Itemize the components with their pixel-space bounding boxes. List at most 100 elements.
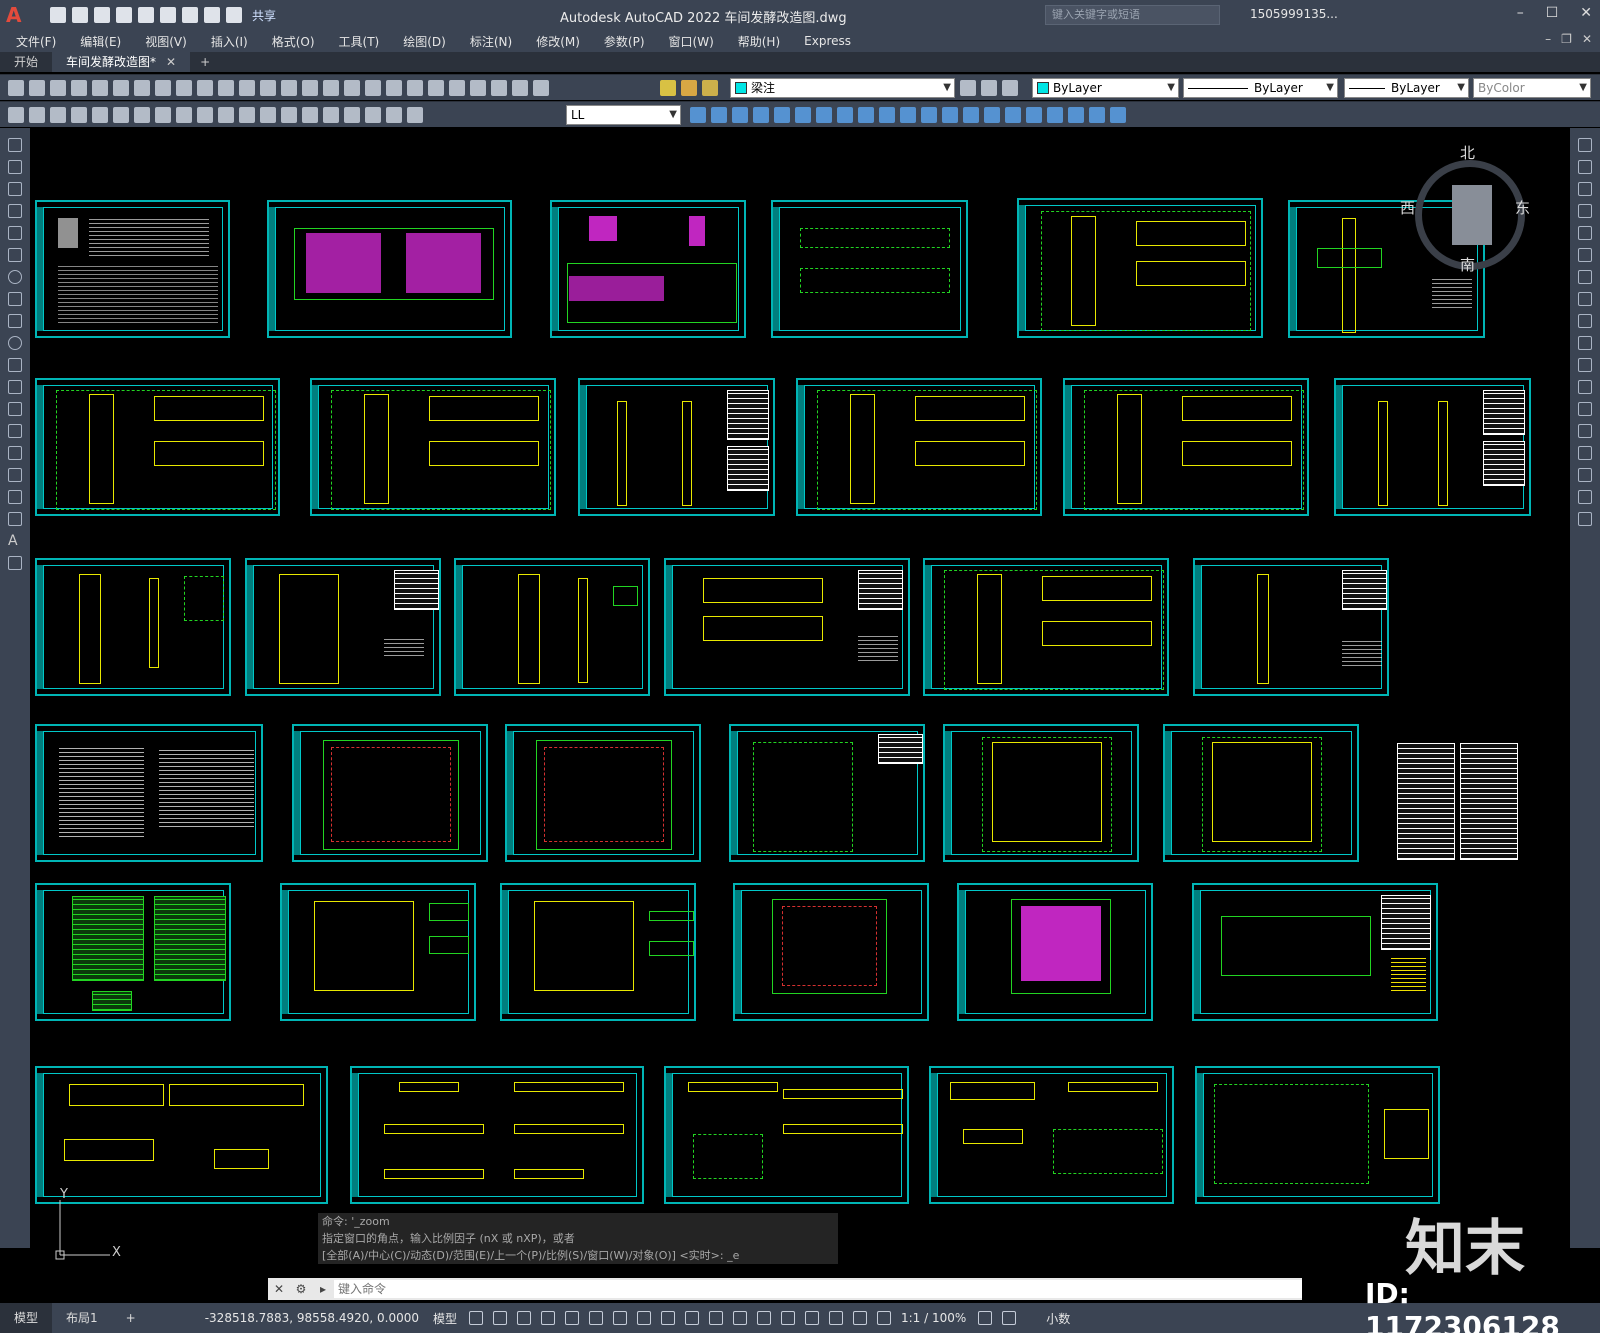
menu-view[interactable]: 视图(V) [145,33,187,50]
save-web-icon[interactable] [160,7,176,23]
zoom-window-icon[interactable] [344,80,360,96]
mirror-icon[interactable] [732,107,748,123]
drawing-sheet[interactable] [943,724,1139,862]
compass-north[interactable]: 北 [1460,142,1475,163]
open-web-icon[interactable] [138,7,154,23]
insert-block-icon[interactable] [1089,107,1105,123]
drawing-sheet[interactable] [664,1066,909,1204]
offset-icon[interactable] [753,107,769,123]
polygon-icon[interactable] [8,204,22,218]
extend-icon[interactable] [1578,358,1592,372]
designcenter-icon[interactable] [407,80,423,96]
drawing-sheet[interactable] [505,724,701,862]
dim-radius-icon[interactable] [92,107,108,123]
drawing-sheet[interactable] [923,558,1169,696]
menu-parametric[interactable]: 参数(P) [604,33,645,50]
rotate-icon[interactable] [816,107,832,123]
compass-south[interactable]: 南 [1460,254,1475,275]
drawing-sheet[interactable] [350,1066,644,1204]
sun-icon[interactable] [681,80,697,96]
array-icon[interactable] [774,107,790,123]
revcloud-icon[interactable] [8,292,22,306]
copy-icon[interactable] [176,80,192,96]
inspect-icon[interactable] [323,107,339,123]
zoom-previous-icon[interactable] [365,80,381,96]
compass-east[interactable]: 东 [1515,197,1530,218]
layer-dropdown[interactable]: 梁注 ▼ [730,78,955,98]
dim-ordinate-icon[interactable] [71,107,87,123]
add-layout-icon[interactable]: + [112,1303,150,1333]
doc-close-icon[interactable]: ✕ [1582,32,1592,46]
plot-icon[interactable] [71,80,87,96]
dim-edit-icon[interactable] [365,107,381,123]
join-icon[interactable] [942,107,958,123]
erase-icon[interactable] [690,107,706,123]
sheetset-icon[interactable] [449,80,465,96]
drawing-sheet[interactable] [1192,883,1438,1021]
menu-draw[interactable]: 绘图(D) [403,33,446,50]
drawing-sheet[interactable] [35,883,231,1021]
drawing-sheet[interactable] [733,883,929,1021]
offset-icon[interactable] [1578,204,1592,218]
drawing-sheet[interactable] [1193,558,1389,696]
fillet-icon[interactable] [984,107,1000,123]
trim-icon[interactable] [1578,336,1592,350]
drawing-sheet[interactable] [1017,198,1263,338]
hatch-icon[interactable] [8,446,22,460]
copy-icon[interactable] [1578,160,1592,174]
tab-layout1[interactable]: 布局1 [52,1303,112,1333]
drawing-sheet[interactable] [35,1066,328,1204]
table-icon[interactable] [8,512,22,526]
cut-icon[interactable] [155,80,171,96]
drawing-sheet[interactable] [35,724,263,862]
command-input[interactable] [334,1280,1302,1298]
dim-break-icon[interactable] [260,107,276,123]
lineweight-dropdown[interactable]: ByLayer ▼ [1344,78,1469,98]
dynamic-input-icon[interactable] [541,1311,555,1325]
open-icon[interactable] [72,7,88,23]
array-icon[interactable] [1578,226,1592,240]
dim-text-edit-icon[interactable] [386,107,402,123]
block-icon[interactable] [1068,107,1084,123]
annotation-scale[interactable]: 1:1 / 100% [901,1311,966,1325]
join-icon[interactable] [1578,424,1592,438]
quickcalc-icon[interactable] [491,80,507,96]
snap-icon[interactable] [493,1311,507,1325]
saveas-icon[interactable] [116,7,132,23]
construction-line-icon[interactable] [8,160,22,174]
move-icon[interactable] [1578,248,1592,262]
layer-match-icon[interactable] [1002,80,1018,96]
drawing-sheet[interactable] [1334,378,1531,516]
3d-osnap-icon[interactable] [757,1311,771,1325]
fillet-icon[interactable] [1578,468,1592,482]
region-icon[interactable] [1026,107,1042,123]
redo-icon[interactable] [281,80,297,96]
dim-jogged-icon[interactable] [113,107,129,123]
infer-constraints-icon[interactable] [517,1311,531,1325]
drawing-canvas[interactable] [30,128,1570,1248]
lineweight-icon[interactable] [685,1311,699,1325]
drawing-sheet[interactable] [578,378,775,516]
plotstyle-dropdown[interactable]: ByColor ▼ [1473,78,1591,98]
drawing-sheet[interactable] [267,200,512,338]
open-icon[interactable] [29,80,45,96]
drawing-sheet[interactable] [454,558,650,696]
arc-icon[interactable] [8,248,22,262]
point-icon[interactable] [8,424,22,438]
erase-icon[interactable] [1578,138,1592,152]
polyline-icon[interactable] [8,182,22,196]
dim-baseline-icon[interactable] [197,107,213,123]
menu-help[interactable]: 帮助(H) [738,33,780,50]
dim-update-icon[interactable] [407,107,423,123]
tab-drawing[interactable]: 车间发酵改造图* ✕ [52,52,191,72]
new-tab-icon[interactable]: + [190,52,220,72]
trim-icon[interactable] [879,107,895,123]
units-selector[interactable]: 小数 [1046,1310,1070,1327]
save-icon[interactable] [94,7,110,23]
ortho-icon[interactable] [565,1311,579,1325]
scale-icon[interactable] [1578,292,1592,306]
toolpalettes-icon[interactable] [428,80,444,96]
chamfer-icon[interactable] [1578,446,1592,460]
maximize-icon[interactable]: ☐ [1546,5,1559,21]
dim-continue-icon[interactable] [218,107,234,123]
